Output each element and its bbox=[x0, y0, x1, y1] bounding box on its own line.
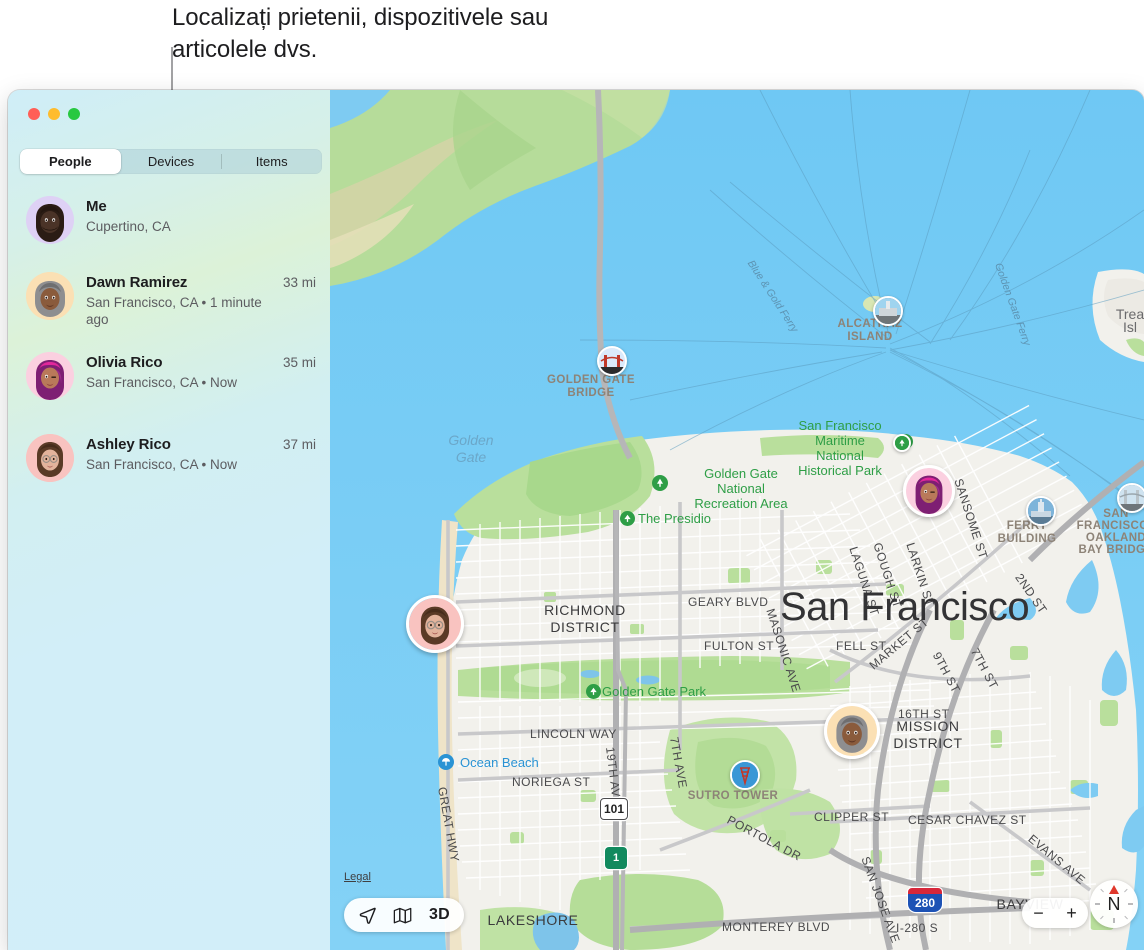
avatar bbox=[26, 352, 74, 400]
locate-arrow-icon[interactable] bbox=[358, 906, 377, 925]
people-list: Me Cupertino, CA bbox=[8, 194, 330, 506]
zoom-in-button[interactable]: + bbox=[1066, 903, 1077, 924]
route-shield-us-101: 101 bbox=[600, 798, 628, 820]
tab-devices[interactable]: Devices bbox=[121, 149, 222, 174]
list-item-dawn-ramirez[interactable]: Dawn Ramirez San Francisco, CA • 1 minut… bbox=[8, 270, 330, 328]
zoom-out-button[interactable]: − bbox=[1033, 903, 1044, 924]
app-window: People Devices Items bbox=[8, 90, 1144, 950]
person-name: Dawn Ramirez bbox=[86, 274, 283, 292]
minimize-button[interactable] bbox=[48, 108, 60, 120]
window-controls bbox=[28, 108, 80, 120]
sutro-tower-pin[interactable] bbox=[730, 760, 760, 790]
callout-text: Localizați prietenii, dispozitivele sau … bbox=[172, 2, 642, 66]
golden-gate-bridge-pin[interactable] bbox=[597, 346, 627, 376]
person-name: Me bbox=[86, 198, 316, 216]
list-item-ashley-rico[interactable]: Ashley Rico San Francisco, CA • Now 37 m… bbox=[8, 432, 330, 484]
mode-3d-button[interactable]: 3D bbox=[429, 906, 450, 924]
list-item-text: Me Cupertino, CA bbox=[86, 194, 316, 235]
person-name: Olivia Rico bbox=[86, 354, 283, 372]
person-name: Ashley Rico bbox=[86, 436, 283, 454]
compass-control[interactable]: N bbox=[1090, 880, 1138, 928]
person-subtitle: San Francisco, CA • 1 minute ago bbox=[86, 294, 272, 328]
alcatraz-island-pin[interactable] bbox=[873, 296, 903, 326]
close-button[interactable] bbox=[28, 108, 40, 120]
list-item-text: Olivia Rico San Francisco, CA • Now bbox=[86, 350, 283, 391]
tab-people[interactable]: People bbox=[20, 149, 121, 174]
map-graphics bbox=[330, 90, 1144, 950]
tab-bar: People Devices Items bbox=[20, 149, 322, 174]
avatar bbox=[26, 196, 74, 244]
bay-bridge-pin[interactable] bbox=[1117, 483, 1144, 513]
ashley-rico-map-pin[interactable] bbox=[406, 595, 464, 653]
list-item-olivia-rico[interactable]: Olivia Rico San Francisco, CA • Now 35 m… bbox=[8, 350, 330, 402]
map-canvas[interactable]: GOLDEN GATE BRIDGE ALCATRAZ ISLAND FERRY… bbox=[330, 90, 1144, 950]
olivia-rico-map-pin[interactable] bbox=[903, 465, 955, 517]
tab-items[interactable]: Items bbox=[221, 149, 322, 174]
person-subtitle: San Francisco, CA • Now bbox=[86, 456, 272, 473]
map-mode-controls: 3D bbox=[344, 898, 464, 932]
list-item-text: Dawn Ramirez San Francisco, CA • 1 minut… bbox=[86, 270, 283, 328]
legal-link[interactable]: Legal bbox=[344, 871, 371, 883]
person-distance: 37 mi bbox=[283, 432, 316, 452]
folded-map-icon[interactable] bbox=[393, 906, 413, 925]
list-item-text: Ashley Rico San Francisco, CA • Now bbox=[86, 432, 283, 473]
person-distance: 33 mi bbox=[283, 270, 316, 290]
route-shield-ca-1: 1 bbox=[605, 847, 627, 869]
list-item-me[interactable]: Me Cupertino, CA bbox=[8, 194, 330, 246]
sidebar: People Devices Items bbox=[8, 90, 330, 950]
person-subtitle: Cupertino, CA bbox=[86, 218, 272, 235]
person-distance: 35 mi bbox=[283, 350, 316, 370]
avatar bbox=[26, 434, 74, 482]
compass-needle-icon bbox=[1109, 885, 1119, 894]
route-shield-i-280: 280 bbox=[908, 888, 942, 912]
person-subtitle: San Francisco, CA • Now bbox=[86, 374, 272, 391]
zoom-controls: − + bbox=[1022, 898, 1088, 928]
avatar bbox=[26, 272, 74, 320]
zoom-button[interactable] bbox=[68, 108, 80, 120]
ferry-building-pin[interactable] bbox=[1026, 496, 1056, 526]
dawn-ramirez-map-pin[interactable] bbox=[824, 703, 880, 759]
maritime-park-pin[interactable] bbox=[893, 434, 911, 452]
compass-north-label: N bbox=[1108, 894, 1121, 915]
